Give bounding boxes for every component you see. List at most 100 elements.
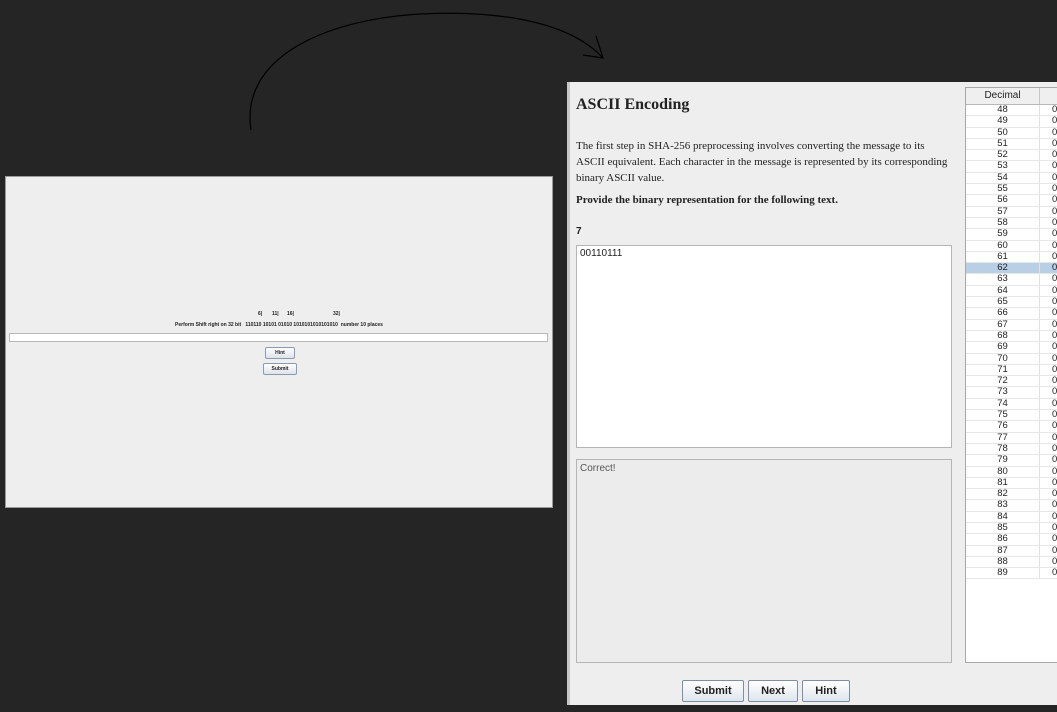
table-row[interactable]: 51 0 <box>966 138 1057 151</box>
binary-cell: 0 <box>1040 467 1057 477</box>
binary-cell: 0 <box>1040 274 1057 284</box>
table-row[interactable]: 76 0 <box>966 421 1057 433</box>
table-row[interactable]: 62 0 <box>966 263 1057 275</box>
binary-cell: 0 <box>1040 546 1057 556</box>
decimal-cell: 64 <box>966 285 1040 297</box>
table-row[interactable]: 71 0 <box>966 364 1057 377</box>
binary-cell: 0 <box>1040 184 1057 194</box>
table-row[interactable]: 50 0 <box>966 127 1057 139</box>
table-row[interactable]: 53 0 <box>966 161 1057 173</box>
decimal-cell: 81 <box>966 477 1040 489</box>
submit-button[interactable]: Submit <box>682 680 744 702</box>
binary-cell: 0 <box>1040 421 1057 431</box>
decimal-cell: 66 <box>966 308 1040 319</box>
table-row[interactable]: 70 0 <box>966 353 1057 365</box>
binary-cell: 0 <box>1040 252 1057 262</box>
decimal-cell: 80 <box>966 466 1040 477</box>
decimal-cell: 73 <box>966 387 1040 398</box>
next-button[interactable]: Next <box>748 680 798 702</box>
decimal-cell: 77 <box>966 432 1040 443</box>
decimal-cell: 72 <box>966 376 1040 387</box>
binary-cell: 0 <box>1040 365 1057 375</box>
decimal-cell: 61 <box>966 251 1040 263</box>
table-row[interactable]: 77 0 <box>966 432 1057 444</box>
binary-cell: 0 <box>1040 331 1057 341</box>
table-row[interactable]: 69 0 <box>966 342 1057 354</box>
binary-cell: 0 <box>1040 229 1057 239</box>
decimal-cell: 59 <box>966 229 1040 240</box>
table-row[interactable]: 55 0 <box>966 184 1057 196</box>
table-row[interactable]: 61 0 <box>966 251 1057 264</box>
table-row[interactable]: 48 0 <box>966 105 1057 117</box>
table-row[interactable]: 66 0 <box>966 308 1057 320</box>
decimal-cell: 82 <box>966 489 1040 500</box>
decimal-cell: 89 <box>966 568 1040 579</box>
table-row[interactable]: 81 0 <box>966 477 1057 490</box>
binary-cell: 0 <box>1040 568 1057 578</box>
table-row[interactable]: 60 0 <box>966 240 1057 252</box>
table-row[interactable]: 58 0 <box>966 217 1057 230</box>
table-row[interactable]: 59 0 <box>966 229 1057 241</box>
table-row[interactable]: 64 0 <box>966 285 1057 298</box>
feedback-area: Correct! <box>576 459 952 663</box>
table-row[interactable]: 52 0 <box>966 150 1057 162</box>
table-row[interactable]: 89 0 <box>966 568 1057 580</box>
binary-cell: 0 <box>1040 116 1057 126</box>
table-row[interactable]: 85 0 <box>966 522 1057 535</box>
decimal-cell: 74 <box>966 398 1040 410</box>
table-row[interactable]: 87 0 <box>966 545 1057 557</box>
hint-button[interactable]: Hint <box>802 680 850 702</box>
decimal-cell: 87 <box>966 545 1040 556</box>
table-row[interactable]: 63 0 <box>966 274 1057 286</box>
decimal-cell: 63 <box>966 274 1040 285</box>
decimal-cell: 88 <box>966 556 1040 568</box>
decimal-cell: 71 <box>966 364 1040 376</box>
binary-cell: 0 <box>1040 308 1057 318</box>
ascii-table[interactable]: Decimal 48 0 49 0 50 0 51 0 52 0 53 0 54 0 55 0 56 0 57 0 58… <box>965 87 1057 663</box>
table-row[interactable]: 80 0 <box>966 466 1057 478</box>
table-row[interactable]: 54 0 <box>966 172 1057 185</box>
binary-cell: 0 <box>1040 399 1057 409</box>
decimal-cell: 76 <box>966 421 1040 432</box>
hint-button[interactable]: Hint <box>265 347 295 359</box>
table-row[interactable]: 73 0 <box>966 387 1057 399</box>
binary-cell: 0 <box>1040 218 1057 228</box>
table-row[interactable]: 79 0 <box>966 455 1057 467</box>
binary-cell: 0 <box>1040 444 1057 454</box>
ascii-encoding-window: ASCII Encoding The first step in SHA-256… <box>567 82 1057 705</box>
shift-answer-field[interactable] <box>9 333 548 342</box>
table-row[interactable]: 84 0 <box>966 511 1057 523</box>
column-header-binary[interactable] <box>1040 88 1057 104</box>
table-row[interactable]: 72 0 <box>966 376 1057 388</box>
table-row[interactable]: 56 0 <box>966 195 1057 207</box>
decimal-cell: 69 <box>966 342 1040 353</box>
table-row[interactable]: 78 0 <box>966 443 1057 456</box>
table-row[interactable]: 88 0 <box>966 556 1057 569</box>
table-row[interactable]: 65 0 <box>966 297 1057 309</box>
column-header-decimal[interactable]: Decimal <box>966 88 1040 104</box>
binary-answer-input[interactable]: 00110111 <box>576 245 952 448</box>
table-row[interactable]: 75 0 <box>966 410 1057 422</box>
table-row[interactable]: 86 0 <box>966 534 1057 546</box>
marker-16: 16| <box>287 311 294 317</box>
instruction-text: Provide the binary representation for th… <box>576 194 838 206</box>
decimal-cell: 75 <box>966 410 1040 421</box>
binary-cell: 0 <box>1040 342 1057 352</box>
decimal-cell: 49 <box>966 116 1040 127</box>
binary-cell: 0 <box>1040 241 1057 251</box>
table-row[interactable]: 67 0 <box>966 319 1057 331</box>
decimal-cell: 68 <box>966 330 1040 342</box>
table-row[interactable]: 49 0 <box>966 116 1057 128</box>
table-row[interactable]: 57 0 <box>966 206 1057 218</box>
binary-cell: 0 <box>1040 557 1057 567</box>
submit-button[interactable]: Submit <box>263 363 297 375</box>
table-row[interactable]: 83 0 <box>966 500 1057 512</box>
shift-prompt: Perform Shift right on 32 bit 110110 101… <box>175 322 383 328</box>
binary-cell: 0 <box>1040 455 1057 465</box>
table-row[interactable]: 74 0 <box>966 398 1057 411</box>
binary-cell: 0 <box>1040 286 1057 296</box>
table-row[interactable]: 68 0 <box>966 330 1057 343</box>
binary-cell: 0 <box>1040 195 1057 205</box>
table-row[interactable]: 82 0 <box>966 489 1057 501</box>
binary-cell: 0 <box>1040 489 1057 499</box>
